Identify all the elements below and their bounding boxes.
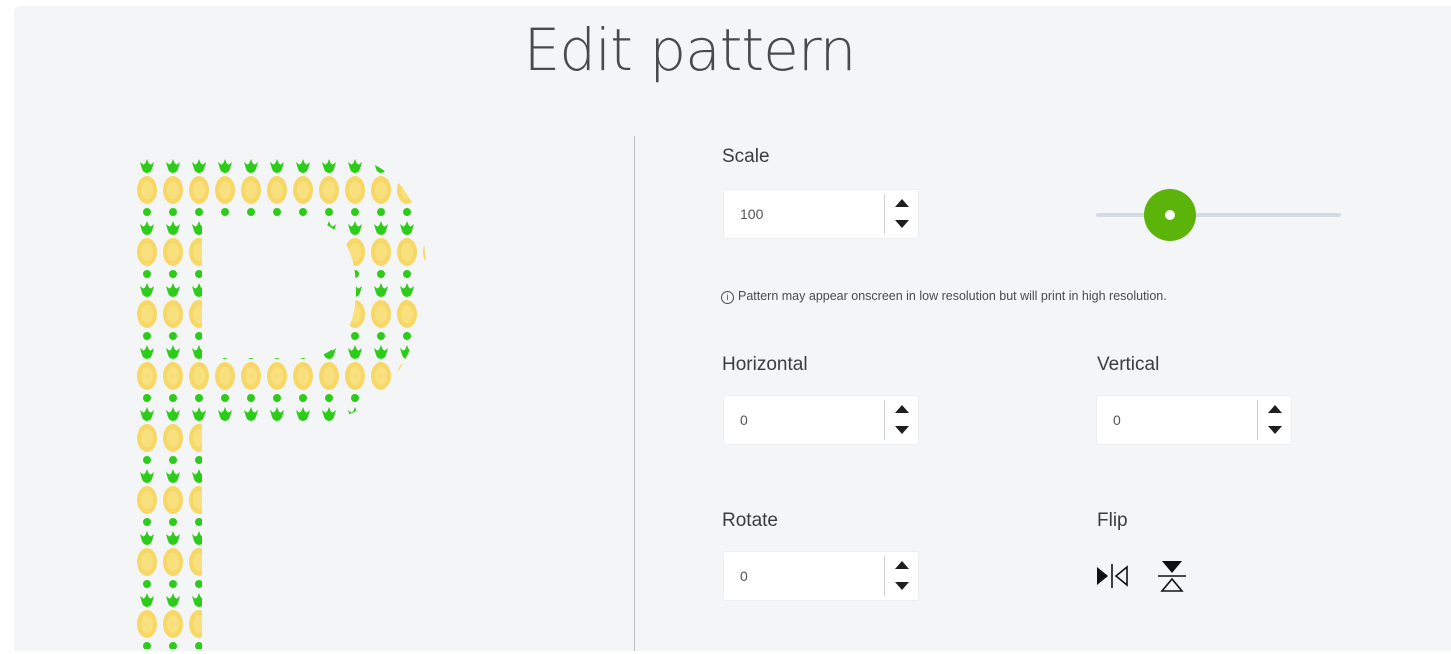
vertical-spinner [1258, 396, 1291, 444]
rotate-input[interactable] [724, 552, 884, 600]
horizontal-decrement-button[interactable] [885, 420, 918, 444]
scale-input[interactable] [724, 190, 884, 238]
rotate-spinner [885, 552, 918, 600]
vertical-label: Vertical [1097, 354, 1160, 375]
pattern-letter-p [134, 154, 426, 649]
rotate-stepper [724, 552, 918, 600]
scale-slider-track[interactable] [1096, 213, 1341, 217]
horizontal-spinner [885, 396, 918, 444]
flip-vertical-icon [1158, 561, 1186, 592]
info-icon: i [721, 291, 734, 304]
scale-slider-thumb[interactable] [1143, 189, 1196, 241]
scale-spinner [885, 190, 918, 238]
rotate-increment-button[interactable] [885, 552, 918, 576]
vertical-divider [634, 136, 635, 651]
rotate-label: Rotate [722, 510, 778, 531]
scale-increment-button[interactable] [885, 190, 918, 214]
horizontal-label: Horizontal [722, 354, 808, 375]
scale-decrement-button[interactable] [885, 214, 918, 238]
scale-label: Scale [722, 146, 770, 167]
pattern-preview [134, 154, 434, 654]
resolution-note: i Pattern may appear onscreen in low reso… [721, 289, 1167, 304]
resolution-note-text: Pattern may appear onscreen in low resol… [738, 289, 1167, 303]
vertical-increment-button[interactable] [1258, 396, 1291, 420]
edit-pattern-panel: Edit pattern Scale 100 i Pattern may app… [14, 6, 1451, 651]
scale-stepper [724, 190, 918, 238]
scale-slider[interactable] [1096, 186, 1341, 246]
vertical-decrement-button[interactable] [1258, 420, 1291, 444]
rotate-decrement-button[interactable] [885, 576, 918, 600]
horizontal-input[interactable] [724, 396, 884, 444]
flip-horizontal-icon [1097, 564, 1128, 588]
horizontal-increment-button[interactable] [885, 396, 918, 420]
flip-horizontal-button[interactable] [1094, 558, 1130, 594]
flip-label: Flip [1097, 510, 1128, 531]
flip-vertical-button[interactable] [1154, 558, 1190, 594]
page-title: Edit pattern [523, 16, 857, 84]
vertical-stepper [1097, 396, 1291, 444]
horizontal-stepper [724, 396, 918, 444]
vertical-input[interactable] [1097, 396, 1257, 444]
